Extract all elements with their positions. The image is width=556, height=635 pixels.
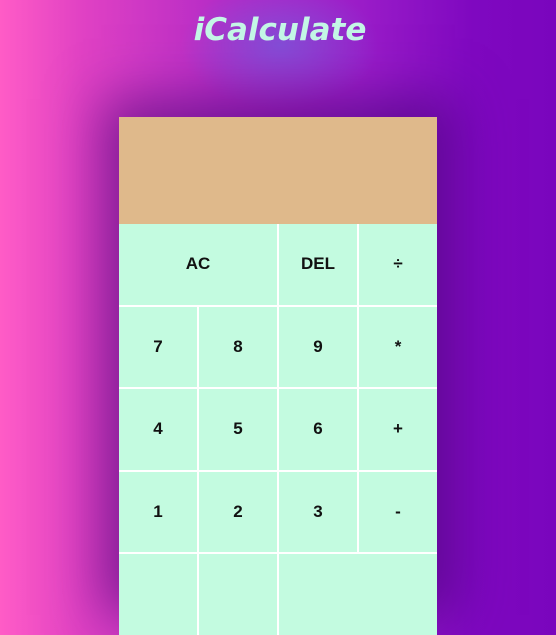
bottom-row-button-1[interactable]: [119, 554, 197, 635]
app-title: iCalculate: [193, 12, 367, 48]
divide-button[interactable]: ÷: [359, 224, 437, 305]
digit-1-button[interactable]: 1: [119, 471, 197, 552]
display-screen: [119, 117, 437, 224]
calculator: AC DEL ÷ 7 8 9 * 4 5 6 + 1 2 3 -: [119, 117, 437, 635]
digit-9-button[interactable]: 9: [279, 306, 357, 387]
bottom-row-wide-button[interactable]: [279, 554, 437, 635]
add-button[interactable]: +: [359, 389, 437, 470]
digit-5-button[interactable]: 5: [199, 389, 277, 470]
digit-8-button[interactable]: 8: [199, 306, 277, 387]
digit-7-button[interactable]: 7: [119, 306, 197, 387]
all-clear-button[interactable]: AC: [119, 224, 277, 305]
digit-2-button[interactable]: 2: [199, 471, 277, 552]
subtract-button[interactable]: -: [359, 471, 437, 552]
delete-button[interactable]: DEL: [279, 224, 357, 305]
keypad: AC DEL ÷ 7 8 9 * 4 5 6 + 1 2 3 -: [119, 224, 437, 635]
digit-3-button[interactable]: 3: [279, 471, 357, 552]
digit-4-button[interactable]: 4: [119, 389, 197, 470]
digit-6-button[interactable]: 6: [279, 389, 357, 470]
multiply-button[interactable]: *: [359, 306, 437, 387]
bottom-row-button-2[interactable]: [199, 554, 277, 635]
